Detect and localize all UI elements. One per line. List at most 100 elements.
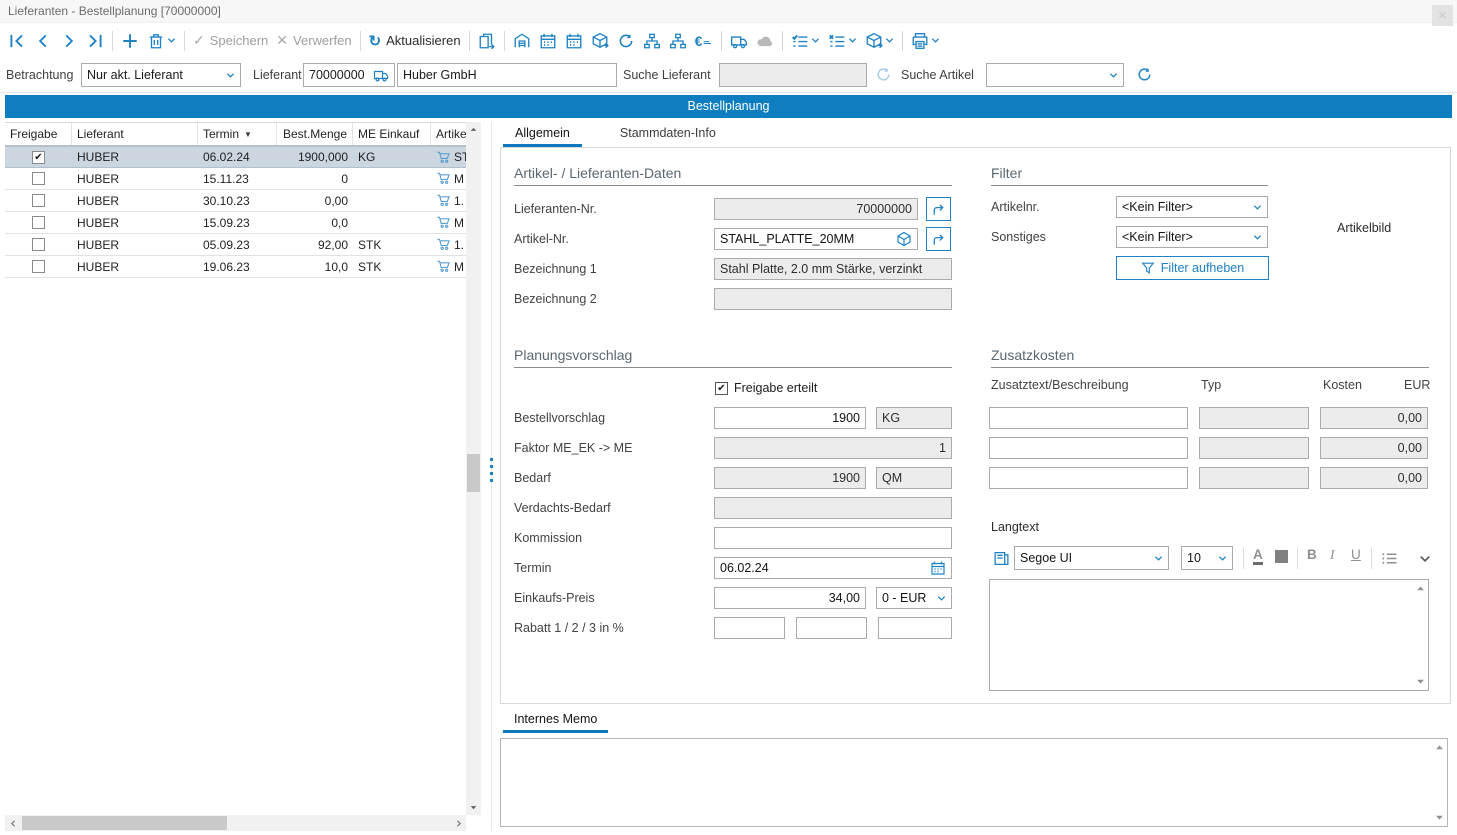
- package-out-button[interactable]: [591, 32, 609, 50]
- waehrung-select[interactable]: 0 - EUR: [876, 587, 952, 609]
- scroll-up-arrow[interactable]: [466, 122, 481, 137]
- scroll-left-arrow[interactable]: [5, 815, 21, 831]
- font-color-button[interactable]: A: [1253, 547, 1263, 565]
- table-row[interactable]: HUBER 15.11.23 0 M: [5, 168, 466, 190]
- warehouse-button[interactable]: [513, 32, 531, 50]
- save-button[interactable]: ✓ Speichern: [193, 32, 268, 49]
- lieferant-nr-input[interactable]: [309, 68, 373, 82]
- highlight-color-button[interactable]: [1275, 550, 1288, 563]
- bestellvorschlag-field[interactable]: [720, 411, 860, 425]
- table-row[interactable]: HUBER 30.10.23 0,00 1.: [5, 190, 466, 212]
- more-options-chevron-icon[interactable]: [1419, 553, 1431, 565]
- hierarchy-button[interactable]: [643, 32, 661, 50]
- cell-me: KG: [353, 147, 431, 167]
- header-artikel[interactable]: Artikel: [431, 123, 466, 145]
- scroll-up-arrow[interactable]: [1415, 583, 1426, 594]
- rabatt2-field[interactable]: [802, 621, 861, 635]
- langtext-textarea[interactable]: [989, 579, 1429, 691]
- calendar-alt-button[interactable]: [565, 32, 583, 50]
- table-row[interactable]: HUBER 19.06.23 10,0 STK M: [5, 256, 466, 278]
- horizontal-scroll-thumb[interactable]: [22, 816, 227, 830]
- truck-icon[interactable]: [373, 67, 389, 83]
- splitter-handle[interactable]: [487, 458, 496, 498]
- header-freigabe[interactable]: Freigabe: [5, 123, 72, 145]
- refresh-artikel-icon[interactable]: [1136, 66, 1153, 83]
- list-x-menu-button[interactable]: [828, 32, 857, 50]
- filter-aufheben-button[interactable]: Filter aufheben: [1116, 256, 1269, 280]
- freigabe-checkbox[interactable]: [32, 260, 45, 273]
- table-horizontal-scrollbar[interactable]: [5, 815, 466, 831]
- artikel-nr-field[interactable]: [720, 232, 896, 246]
- first-record-button[interactable]: [8, 32, 26, 50]
- freigabe-checkbox[interactable]: [32, 216, 45, 229]
- vertical-scroll-thumb[interactable]: [467, 454, 480, 492]
- scroll-up-arrow[interactable]: [1434, 742, 1445, 753]
- freigabe-checkbox[interactable]: [32, 238, 45, 251]
- rabatt1-field[interactable]: [720, 621, 779, 635]
- table-row[interactable]: HUBER 15.09.23 0,0 M: [5, 212, 466, 234]
- hierarchy-alt-button[interactable]: [669, 32, 687, 50]
- textmodule-icon[interactable]: [993, 550, 1010, 567]
- scroll-right-arrow[interactable]: [450, 815, 466, 831]
- truck-button[interactable]: [730, 32, 748, 50]
- goto-lieferant-button[interactable]: [926, 197, 951, 221]
- table-row[interactable]: ✔ HUBER 06.02.24 1900,000 KG ST: [5, 146, 466, 168]
- header-lieferant[interactable]: Lieferant: [72, 123, 198, 145]
- internes-memo-textarea[interactable]: [500, 738, 1448, 827]
- freigabe-erteilt-checkbox[interactable]: ✔ Freigabe erteilt: [715, 381, 817, 395]
- discard-button[interactable]: ✕ Verwerfen: [276, 32, 351, 49]
- list-check-menu-button[interactable]: [791, 32, 820, 50]
- betrachtung-select[interactable]: Nur akt. Lieferant: [81, 63, 241, 87]
- euro-list-button[interactable]: €: [695, 32, 714, 50]
- goto-artikel-button[interactable]: [926, 227, 951, 251]
- header-termin[interactable]: Termin ▼: [198, 123, 277, 145]
- kommission-field[interactable]: [720, 531, 946, 545]
- header-menge[interactable]: Best.Menge: [277, 123, 353, 145]
- transfer-document-button[interactable]: [478, 32, 496, 50]
- cell-me: STK: [353, 234, 431, 255]
- refresh-button[interactable]: ↻ Aktualisieren: [369, 32, 461, 50]
- scroll-down-arrow[interactable]: [466, 800, 481, 815]
- bold-button[interactable]: B: [1307, 547, 1317, 562]
- scroll-down-arrow[interactable]: [1434, 812, 1445, 823]
- zusatz-text-field[interactable]: [995, 441, 1182, 455]
- header-me-einkauf[interactable]: ME Einkauf: [353, 123, 431, 145]
- cell-lieferant: HUBER: [72, 234, 198, 255]
- table-row[interactable]: HUBER 05.09.23 92,00 STK 1.: [5, 234, 466, 256]
- suche-artikel-select[interactable]: [986, 63, 1124, 87]
- tab-stammdaten-info[interactable]: Stammdaten-Info: [608, 124, 728, 147]
- print-menu-button[interactable]: [911, 32, 940, 50]
- scroll-down-arrow[interactable]: [1415, 676, 1426, 687]
- close-button[interactable]: ✕: [1432, 5, 1453, 26]
- freigabe-checkbox[interactable]: [32, 194, 45, 207]
- next-record-button[interactable]: [60, 32, 78, 50]
- previous-record-button[interactable]: [34, 32, 52, 50]
- calendar-icon[interactable]: [930, 560, 946, 576]
- table-vertical-scrollbar[interactable]: [466, 122, 481, 815]
- tab-allgemein[interactable]: Allgemein: [503, 124, 582, 147]
- font-size-select[interactable]: 10: [1181, 546, 1233, 570]
- zusatz-text-field[interactable]: [995, 411, 1182, 425]
- delete-record-button[interactable]: [147, 32, 176, 50]
- lieferant-name-input[interactable]: [403, 68, 611, 82]
- freigabe-checkbox[interactable]: [32, 172, 45, 185]
- zusatz-typ-field: [1205, 411, 1303, 425]
- add-record-button[interactable]: [121, 32, 139, 50]
- sync-button[interactable]: [617, 32, 635, 50]
- last-record-button[interactable]: [86, 32, 104, 50]
- rabatt3-field[interactable]: [884, 621, 946, 635]
- cube-icon[interactable]: [896, 231, 912, 247]
- filter-artikelnr-select[interactable]: <Kein Filter>: [1116, 196, 1268, 218]
- einkaufs-preis-field[interactable]: [720, 591, 860, 605]
- italic-button[interactable]: I: [1330, 547, 1335, 563]
- bullet-list-button[interactable]: [1381, 550, 1398, 567]
- zusatz-text-field[interactable]: [995, 471, 1182, 485]
- calendar-button[interactable]: [539, 32, 557, 50]
- underline-button[interactable]: U: [1351, 547, 1361, 562]
- filter-sonstiges-select[interactable]: <Kein Filter>: [1116, 226, 1268, 248]
- package-menu-button[interactable]: [865, 32, 894, 50]
- tab-internes-memo[interactable]: Internes Memo: [503, 710, 608, 733]
- termin-field[interactable]: [720, 561, 930, 575]
- font-family-select[interactable]: Segoe UI: [1014, 546, 1169, 570]
- freigabe-checkbox[interactable]: ✔: [32, 151, 45, 164]
